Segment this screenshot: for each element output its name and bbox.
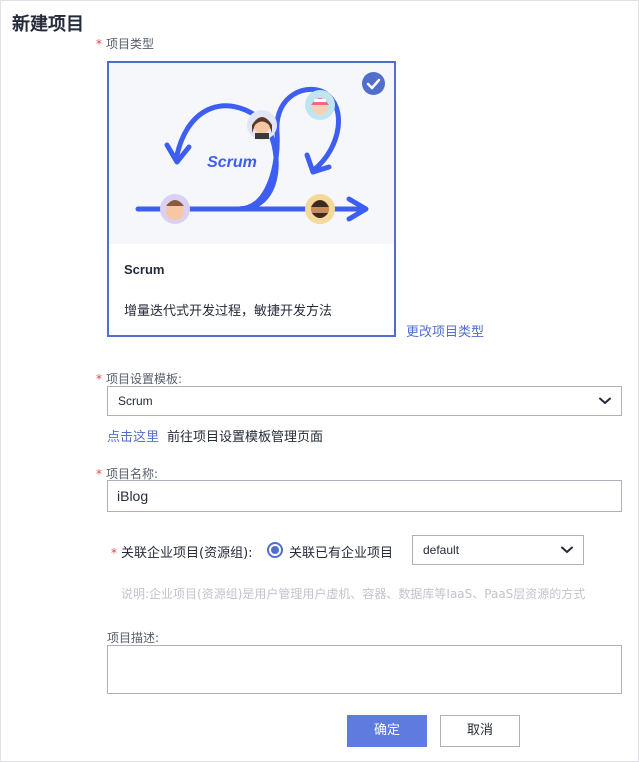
illustration-label: Scrum <box>207 154 257 171</box>
enterprise-existing-radio[interactable] <box>267 542 283 558</box>
name-label: 项目名称: <box>106 467 159 481</box>
chevron-down-icon <box>561 546 573 553</box>
chevron-down-icon <box>599 397 611 404</box>
enterprise-label: 关联企业项目(资源组): <box>121 546 253 561</box>
template-manage-link[interactable]: 点击这里 <box>107 426 159 445</box>
avatar <box>247 110 277 140</box>
enterprise-hint: 说明:企业项目(资源组)是用户管理用户虚机、容器、数据库等IaaS、PaaS层资… <box>121 587 586 601</box>
project-type-label-row: * 项目类型 <box>96 35 154 52</box>
enterprise-select[interactable]: default <box>412 535 584 565</box>
avatar <box>305 194 335 224</box>
scrum-illustration: Scrum <box>109 63 394 244</box>
card-title: Scrum <box>124 262 165 277</box>
description-textarea[interactable] <box>107 645 622 694</box>
project-type-label: 项目类型 <box>106 37 155 51</box>
template-label: 项目设置模板: <box>106 372 183 386</box>
ok-button[interactable]: 确定 <box>347 715 427 747</box>
template-select[interactable]: Scrum <box>107 386 622 416</box>
avatar <box>305 90 335 120</box>
change-project-type-link[interactable]: 更改项目类型 <box>406 321 484 340</box>
cancel-button[interactable]: 取消 <box>440 715 520 747</box>
template-link-suffix: 前往项目设置模板管理页面 <box>167 430 324 445</box>
required-mark: * <box>111 546 117 560</box>
card-description: 增量迭代式开发过程，敏捷开发方法 <box>124 304 333 319</box>
required-mark: * <box>96 467 102 481</box>
scrum-cycle-image: Scrum <box>135 86 369 224</box>
project-type-card-scrum[interactable]: Scrum Scrum 增量迭代式开发过程，敏捷开发方法 <box>107 61 396 337</box>
description-label: 项目描述: <box>107 631 160 645</box>
required-mark: * <box>96 37 102 51</box>
check-circle-icon <box>362 72 385 95</box>
avatar <box>160 194 190 224</box>
required-mark: * <box>96 372 102 386</box>
enterprise-radio-label[interactable]: 关联已有企业项目 <box>289 542 393 561</box>
page-title: 新建项目 <box>12 14 84 35</box>
enterprise-label-row: * 关联企业项目(资源组): <box>111 542 253 561</box>
enterprise-select-value: default <box>423 543 460 557</box>
project-name-input[interactable] <box>107 480 622 512</box>
template-select-value: Scrum <box>118 394 153 408</box>
template-label-row: * 项目设置模板: <box>96 370 182 387</box>
